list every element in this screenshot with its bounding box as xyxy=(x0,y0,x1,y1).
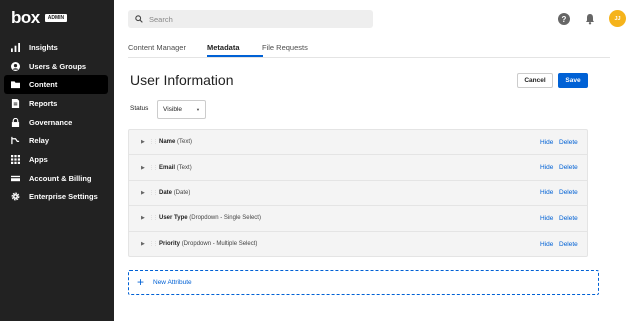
lock-icon xyxy=(11,117,20,127)
delete-link[interactable]: Delete xyxy=(559,189,578,196)
save-button[interactable]: Save xyxy=(558,73,588,88)
sidebar-item-relay[interactable]: Relay xyxy=(4,131,108,150)
logo-wordmark: box xyxy=(11,8,40,27)
chevron-right-icon[interactable]: ▶ xyxy=(141,215,145,221)
sidebar-item-account-billing[interactable]: Account & Billing xyxy=(4,169,108,188)
hide-link[interactable]: Hide xyxy=(540,164,553,171)
user-icon xyxy=(11,61,20,71)
box-logo[interactable]: box ADMIN xyxy=(11,8,68,27)
help-icon[interactable]: ? xyxy=(558,12,570,25)
status-label: Status xyxy=(130,105,149,112)
delete-link[interactable]: Delete xyxy=(559,164,578,171)
attribute-name: Date xyxy=(159,189,173,196)
attribute-row[interactable]: ▶ ⋮⋮ Date (Date) Hide Delete xyxy=(129,181,587,207)
relay-icon xyxy=(11,136,20,145)
attribute-name: Priority xyxy=(159,241,181,248)
sidebar-item-content[interactable]: Content xyxy=(4,75,108,95)
attribute-name: Name xyxy=(159,139,176,146)
sidebar-item-apps[interactable]: Apps xyxy=(4,150,108,169)
sidebar-item-enterprise-settings[interactable]: Enterprise Settings xyxy=(4,188,108,207)
tab-content-manager[interactable]: Content Manager xyxy=(128,43,186,52)
attribute-list: ▶ ⋮⋮ Name (Text) Hide Delete ▶ ⋮⋮ Email … xyxy=(128,129,588,257)
attribute-text: Priority (Dropdown - Multiple Select) xyxy=(159,241,257,247)
drag-handle-icon[interactable]: ⋮⋮ xyxy=(149,215,158,221)
sidebar-nav: Insights Users & Groups Content Reports … xyxy=(4,38,108,206)
sidebar-item-label: Account & Billing xyxy=(29,173,92,183)
attribute-row[interactable]: ▶ ⋮⋮ User Type (Dropdown - Single Select… xyxy=(129,206,587,232)
drag-handle-icon[interactable]: ⋮⋮ xyxy=(149,165,158,171)
sidebar-item-label: Content xyxy=(29,80,58,90)
cancel-button[interactable]: Cancel xyxy=(517,73,553,88)
sidebar-item-label: Relay xyxy=(29,136,50,146)
gear-icon xyxy=(11,192,20,201)
new-attribute-label: New Attribute xyxy=(153,279,192,286)
sidebar-item-label: Apps xyxy=(29,154,48,164)
status-value: Visible xyxy=(163,106,183,113)
chevron-right-icon[interactable]: ▶ xyxy=(141,139,145,145)
hide-link[interactable]: Hide xyxy=(540,241,553,248)
delete-link[interactable]: Delete xyxy=(559,241,578,248)
sidebar-item-label: Users & Groups xyxy=(29,61,87,71)
search-icon xyxy=(135,10,143,28)
attribute-row[interactable]: ▶ ⋮⋮ Name (Text) Hide Delete xyxy=(129,130,587,156)
sidebar-item-users-groups[interactable]: Users & Groups xyxy=(4,57,108,76)
tab-bar: Content Manager Metadata File Requests xyxy=(128,40,610,58)
admin-badge: ADMIN xyxy=(44,13,68,22)
bell-icon[interactable] xyxy=(584,12,596,25)
search-input[interactable] xyxy=(149,14,349,24)
drag-handle-icon[interactable]: ⋮⋮ xyxy=(149,139,158,145)
attribute-text: Date (Date) xyxy=(159,190,190,196)
folder-icon xyxy=(11,80,20,89)
svg-text:?: ? xyxy=(562,15,567,24)
new-attribute-button[interactable]: + New Attribute xyxy=(128,270,599,295)
caret-down-icon: ▼ xyxy=(196,107,200,112)
attribute-text: User Type (Dropdown - Single Select) xyxy=(159,215,261,221)
hide-link[interactable]: Hide xyxy=(540,189,553,196)
attribute-type: (Text) xyxy=(177,139,193,146)
sidebar-item-label: Governance xyxy=(29,117,73,127)
attribute-name: User Type xyxy=(159,215,188,222)
attribute-row[interactable]: ▶ ⋮⋮ Priority (Dropdown - Multiple Selec… xyxy=(129,232,587,257)
delete-link[interactable]: Delete xyxy=(559,139,578,146)
delete-link[interactable]: Delete xyxy=(559,215,578,222)
sidebar-item-insights[interactable]: Insights xyxy=(4,38,108,57)
chevron-right-icon[interactable]: ▶ xyxy=(141,190,145,196)
hide-link[interactable]: Hide xyxy=(540,139,553,146)
active-tab-indicator xyxy=(207,55,263,57)
attribute-text: Email (Text) xyxy=(159,165,192,171)
drag-handle-icon[interactable]: ⋮⋮ xyxy=(149,241,158,247)
attribute-type: (Text) xyxy=(176,164,192,171)
sidebar-item-label: Enterprise Settings xyxy=(29,192,98,202)
sidebar-item-label: Insights xyxy=(29,42,58,52)
bar-chart-icon xyxy=(11,42,20,52)
tab-file-requests[interactable]: File Requests xyxy=(262,43,308,52)
chevron-right-icon[interactable]: ▶ xyxy=(141,165,145,171)
sidebar: box ADMIN Insights Users & Groups Conten… xyxy=(0,0,114,321)
sidebar-item-governance[interactable]: Governance xyxy=(4,113,108,132)
drag-handle-icon[interactable]: ⋮⋮ xyxy=(149,190,158,196)
plus-icon: + xyxy=(137,275,145,289)
attribute-name: Email xyxy=(159,164,176,171)
sidebar-item-label: Reports xyxy=(29,98,58,108)
chevron-right-icon[interactable]: ▶ xyxy=(141,241,145,247)
search-bar[interactable] xyxy=(128,10,373,28)
attribute-type: (Dropdown - Multiple Select) xyxy=(181,241,258,248)
attribute-row[interactable]: ▶ ⋮⋮ Email (Text) Hide Delete xyxy=(129,155,587,181)
document-icon xyxy=(11,98,20,108)
status-dropdown[interactable]: Visible ▼ xyxy=(157,100,206,119)
sidebar-item-reports[interactable]: Reports xyxy=(4,94,108,113)
attribute-text: Name (Text) xyxy=(159,139,192,145)
attribute-type: (Date) xyxy=(173,189,191,196)
attribute-type: (Dropdown - Single Select) xyxy=(189,215,261,222)
card-icon xyxy=(11,174,20,183)
tab-metadata[interactable]: Metadata xyxy=(207,43,240,52)
page-title: User Information xyxy=(130,72,234,88)
grid-icon xyxy=(11,154,20,164)
hide-link[interactable]: Hide xyxy=(540,215,553,222)
avatar[interactable]: JJ xyxy=(609,10,626,27)
